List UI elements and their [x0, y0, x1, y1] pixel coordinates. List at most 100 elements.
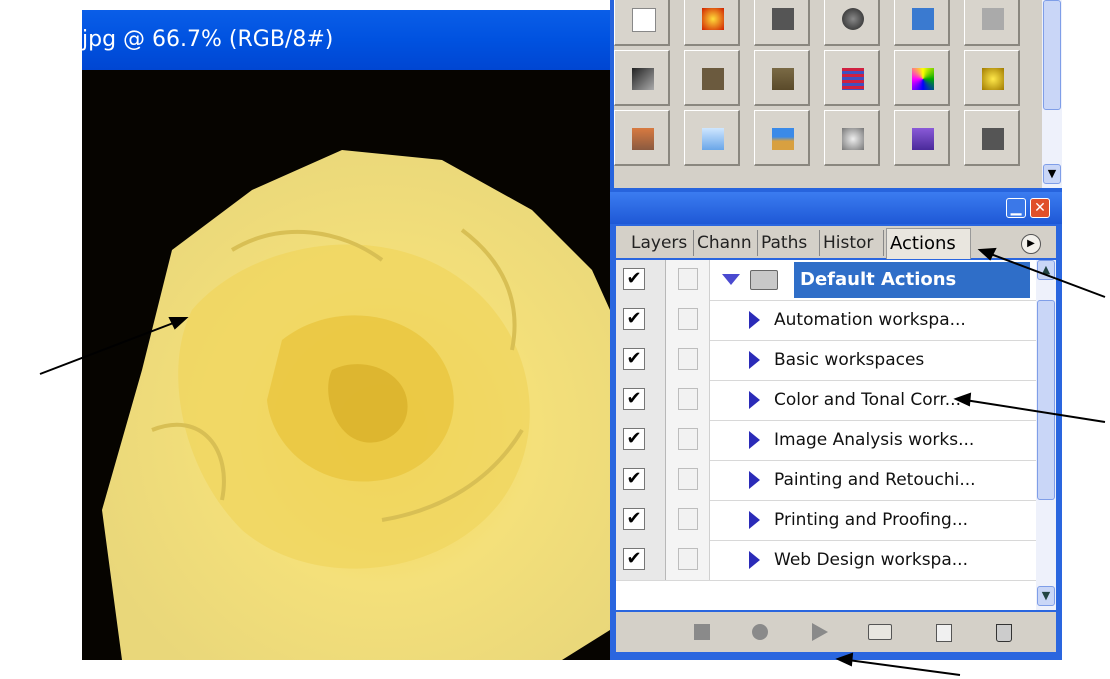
- swatch-chrome-icon: [632, 68, 654, 90]
- styles-scrollbar[interactable]: ▼: [1042, 0, 1062, 188]
- expand-arrow-icon[interactable]: [749, 351, 760, 369]
- style-swatch[interactable]: [964, 110, 1020, 166]
- actions-list: ✔ Default Actions ✔ Automation workspa..…: [616, 260, 1036, 610]
- swatch-purple-icon: [912, 128, 934, 150]
- action-row[interactable]: ✔ Printing and Proofing...: [616, 500, 1036, 541]
- toggle-column: ✔: [616, 420, 666, 460]
- callout-arrow-play-button: [847, 659, 961, 676]
- new-action-icon[interactable]: [936, 624, 952, 642]
- tab-layers[interactable]: Layers: [628, 230, 694, 256]
- dialog-toggle[interactable]: [678, 468, 698, 490]
- dialog-toggle[interactable]: [678, 308, 698, 330]
- action-row[interactable]: ✔ Web Design workspa...: [616, 540, 1036, 581]
- expand-arrow-icon[interactable]: [749, 511, 760, 529]
- toggle-checkbox[interactable]: ✔: [623, 468, 645, 490]
- panel-menu-icon[interactable]: ▶: [1021, 234, 1041, 254]
- style-swatch[interactable]: [684, 110, 740, 166]
- actions-palette: ▁ ✕ Layers Chann Paths Histor Actions ▶ …: [610, 192, 1062, 660]
- toggle-checkbox[interactable]: ✔: [623, 388, 645, 410]
- style-swatch[interactable]: [614, 50, 670, 106]
- expand-arrow-icon[interactable]: [749, 391, 760, 409]
- close-icon[interactable]: ✕: [1030, 198, 1050, 218]
- dialog-column: [666, 460, 710, 500]
- style-swatch[interactable]: [824, 110, 880, 166]
- scroll-down-icon[interactable]: ▼: [1043, 164, 1061, 184]
- style-swatch[interactable]: [614, 0, 670, 46]
- rose-image: [82, 70, 610, 660]
- toggle-column: ✔: [616, 460, 666, 500]
- action-row[interactable]: ✔ Image Analysis works...: [616, 420, 1036, 461]
- trash-icon[interactable]: [996, 624, 1012, 642]
- style-swatch[interactable]: [754, 110, 810, 166]
- style-swatch[interactable]: [894, 110, 950, 166]
- scroll-down-icon[interactable]: ▼: [1037, 586, 1055, 606]
- expand-arrow-icon[interactable]: [749, 431, 760, 449]
- record-icon[interactable]: [752, 624, 768, 640]
- tab-actions[interactable]: Actions: [886, 228, 971, 259]
- toggle-checkbox[interactable]: ✔: [623, 268, 645, 290]
- dialog-toggle[interactable]: [678, 508, 698, 530]
- no-style-swatch-icon: [632, 8, 656, 32]
- toggle-checkbox[interactable]: ✔: [623, 508, 645, 530]
- style-swatch[interactable]: [754, 0, 810, 46]
- dialog-column: [666, 420, 710, 460]
- dialog-column: [666, 500, 710, 540]
- dialog-toggle[interactable]: [678, 348, 698, 370]
- toggle-checkbox[interactable]: ✔: [623, 428, 645, 450]
- swatch-frost-icon: [842, 128, 864, 150]
- swatch-glass-icon: [702, 128, 724, 150]
- tab-history[interactable]: Histor: [820, 230, 884, 256]
- swatch-silver-icon: [982, 8, 1004, 30]
- dialog-toggle[interactable]: [678, 268, 698, 290]
- style-swatch[interactable]: [964, 0, 1020, 46]
- expand-arrow-icon[interactable]: [749, 551, 760, 569]
- swatch-gold-icon: [982, 68, 1004, 90]
- style-swatch[interactable]: [754, 50, 810, 106]
- swatch-wood-icon: [702, 68, 724, 90]
- image-canvas[interactable]: [82, 70, 610, 660]
- play-icon[interactable]: [812, 623, 828, 641]
- actions-scrollbar[interactable]: ▲ ▼: [1036, 260, 1056, 610]
- scrollbar-thumb[interactable]: [1043, 0, 1061, 110]
- style-swatch[interactable]: [894, 50, 950, 106]
- palette-titlebar[interactable]: ▁ ✕: [610, 192, 1062, 224]
- action-set-row[interactable]: ✔ Default Actions: [616, 260, 1036, 301]
- action-label: Color and Tonal Corr...: [774, 390, 961, 410]
- dialog-toggle[interactable]: [678, 428, 698, 450]
- expand-arrow-icon[interactable]: [749, 311, 760, 329]
- action-set-name[interactable]: Default Actions: [794, 262, 1030, 298]
- action-row[interactable]: ✔ Automation workspa...: [616, 300, 1036, 341]
- style-swatch[interactable]: [824, 50, 880, 106]
- toggle-checkbox[interactable]: ✔: [623, 348, 645, 370]
- dialog-toggle[interactable]: [678, 548, 698, 570]
- folder-icon[interactable]: [868, 624, 892, 640]
- stop-icon[interactable]: [694, 624, 710, 640]
- style-swatch[interactable]: [964, 50, 1020, 106]
- style-swatch[interactable]: [824, 0, 880, 46]
- document-title[interactable]: jpg @ 66.7% (RGB/8#): [82, 10, 610, 70]
- style-swatch[interactable]: [684, 50, 740, 106]
- action-label: Printing and Proofing...: [774, 510, 969, 530]
- style-swatch[interactable]: [614, 110, 670, 166]
- scroll-up-icon[interactable]: ▲: [1037, 260, 1055, 280]
- dialog-column: [666, 540, 710, 580]
- style-swatch[interactable]: [684, 0, 740, 46]
- action-label: Automation workspa...: [774, 310, 966, 330]
- tab-channels[interactable]: Chann: [694, 230, 758, 256]
- action-row[interactable]: ✔ Basic workspaces: [616, 340, 1036, 381]
- style-swatch[interactable]: [894, 0, 950, 46]
- tab-paths[interactable]: Paths: [758, 230, 820, 256]
- toggle-column: ✔: [616, 340, 666, 380]
- action-label: Image Analysis works...: [774, 430, 975, 450]
- action-row[interactable]: ✔ Painting and Retouchi...: [616, 460, 1036, 501]
- action-row[interactable]: ✔ Color and Tonal Corr...: [616, 380, 1036, 421]
- scrollbar-thumb[interactable]: [1037, 300, 1055, 500]
- expand-triangle-icon[interactable]: [722, 274, 740, 285]
- minimize-icon[interactable]: ▁: [1006, 198, 1026, 218]
- dialog-toggle[interactable]: [678, 388, 698, 410]
- expand-arrow-icon[interactable]: [749, 471, 760, 489]
- toggle-checkbox[interactable]: ✔: [623, 308, 645, 330]
- dialog-column: [666, 340, 710, 380]
- dialog-column: [666, 260, 710, 300]
- toggle-checkbox[interactable]: ✔: [623, 548, 645, 570]
